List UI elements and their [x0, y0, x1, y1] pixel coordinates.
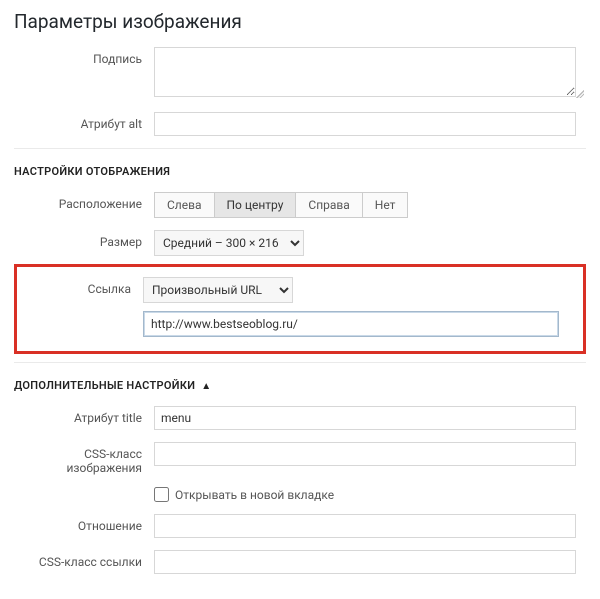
label-link-css: CSS-класс ссылки [14, 550, 154, 569]
section-advanced-title[interactable]: ДОПОЛНИТЕЛЬНЫЕ НАСТРОЙКИ ▲ [0, 369, 600, 400]
divider [14, 148, 586, 149]
align-button-group: Слева По центру Справа Нет [154, 192, 408, 218]
caption-textarea[interactable] [154, 47, 576, 97]
row-img-css: CSS-класс изображения [0, 436, 600, 481]
collapse-arrow-icon: ▲ [201, 381, 211, 392]
section-display-title: НАСТРОЙКИ ОТОБРАЖЕНИЯ [0, 155, 600, 186]
link-css-input[interactable] [154, 550, 576, 574]
row-caption: Подпись [0, 41, 600, 106]
new-tab-checkbox[interactable] [154, 487, 169, 502]
label-size: Размер [14, 230, 154, 249]
label-rel: Отношение [14, 514, 154, 533]
row-align: Расположение Слева По центру Справа Нет [0, 186, 600, 224]
row-alt: Атрибут alt [0, 106, 600, 142]
row-size: Размер Средний – 300 × 216 [0, 224, 600, 262]
panel-title: Параметры изображения [0, 0, 600, 41]
link-url-input[interactable] [143, 311, 559, 337]
label-link: Ссылка [17, 277, 143, 296]
alt-input[interactable] [154, 112, 576, 136]
link-type-select[interactable]: Произвольный URL [143, 277, 293, 303]
label-caption: Подпись [14, 47, 154, 66]
rel-input[interactable] [154, 514, 576, 538]
row-link-type: Ссылка Произвольный URL [17, 273, 583, 307]
row-new-tab: Открывать в новой вкладке [0, 481, 600, 508]
row-link-url [17, 307, 583, 341]
row-rel: Отношение [0, 508, 600, 544]
row-title-attr: Атрибут title [0, 400, 600, 436]
new-tab-label[interactable]: Открывать в новой вкладке [154, 487, 576, 502]
align-left-button[interactable]: Слева [154, 192, 215, 218]
link-highlight-box: Ссылка Произвольный URL [14, 264, 586, 354]
size-select[interactable]: Средний – 300 × 216 [154, 230, 304, 256]
row-link-css: CSS-класс ссылки [0, 544, 600, 580]
divider [14, 362, 586, 363]
resize-handle-icon [576, 90, 584, 98]
title-attr-input[interactable] [154, 406, 576, 430]
align-none-button[interactable]: Нет [363, 192, 409, 218]
new-tab-text: Открывать в новой вкладке [175, 488, 334, 502]
label-title-attr: Атрибут title [14, 406, 154, 425]
align-right-button[interactable]: Справа [296, 192, 362, 218]
label-alt: Атрибут alt [14, 112, 154, 131]
align-center-button[interactable]: По центру [215, 192, 297, 218]
label-img-css: CSS-класс изображения [14, 442, 154, 475]
img-css-input[interactable] [154, 442, 576, 466]
label-align: Расположение [14, 192, 154, 211]
